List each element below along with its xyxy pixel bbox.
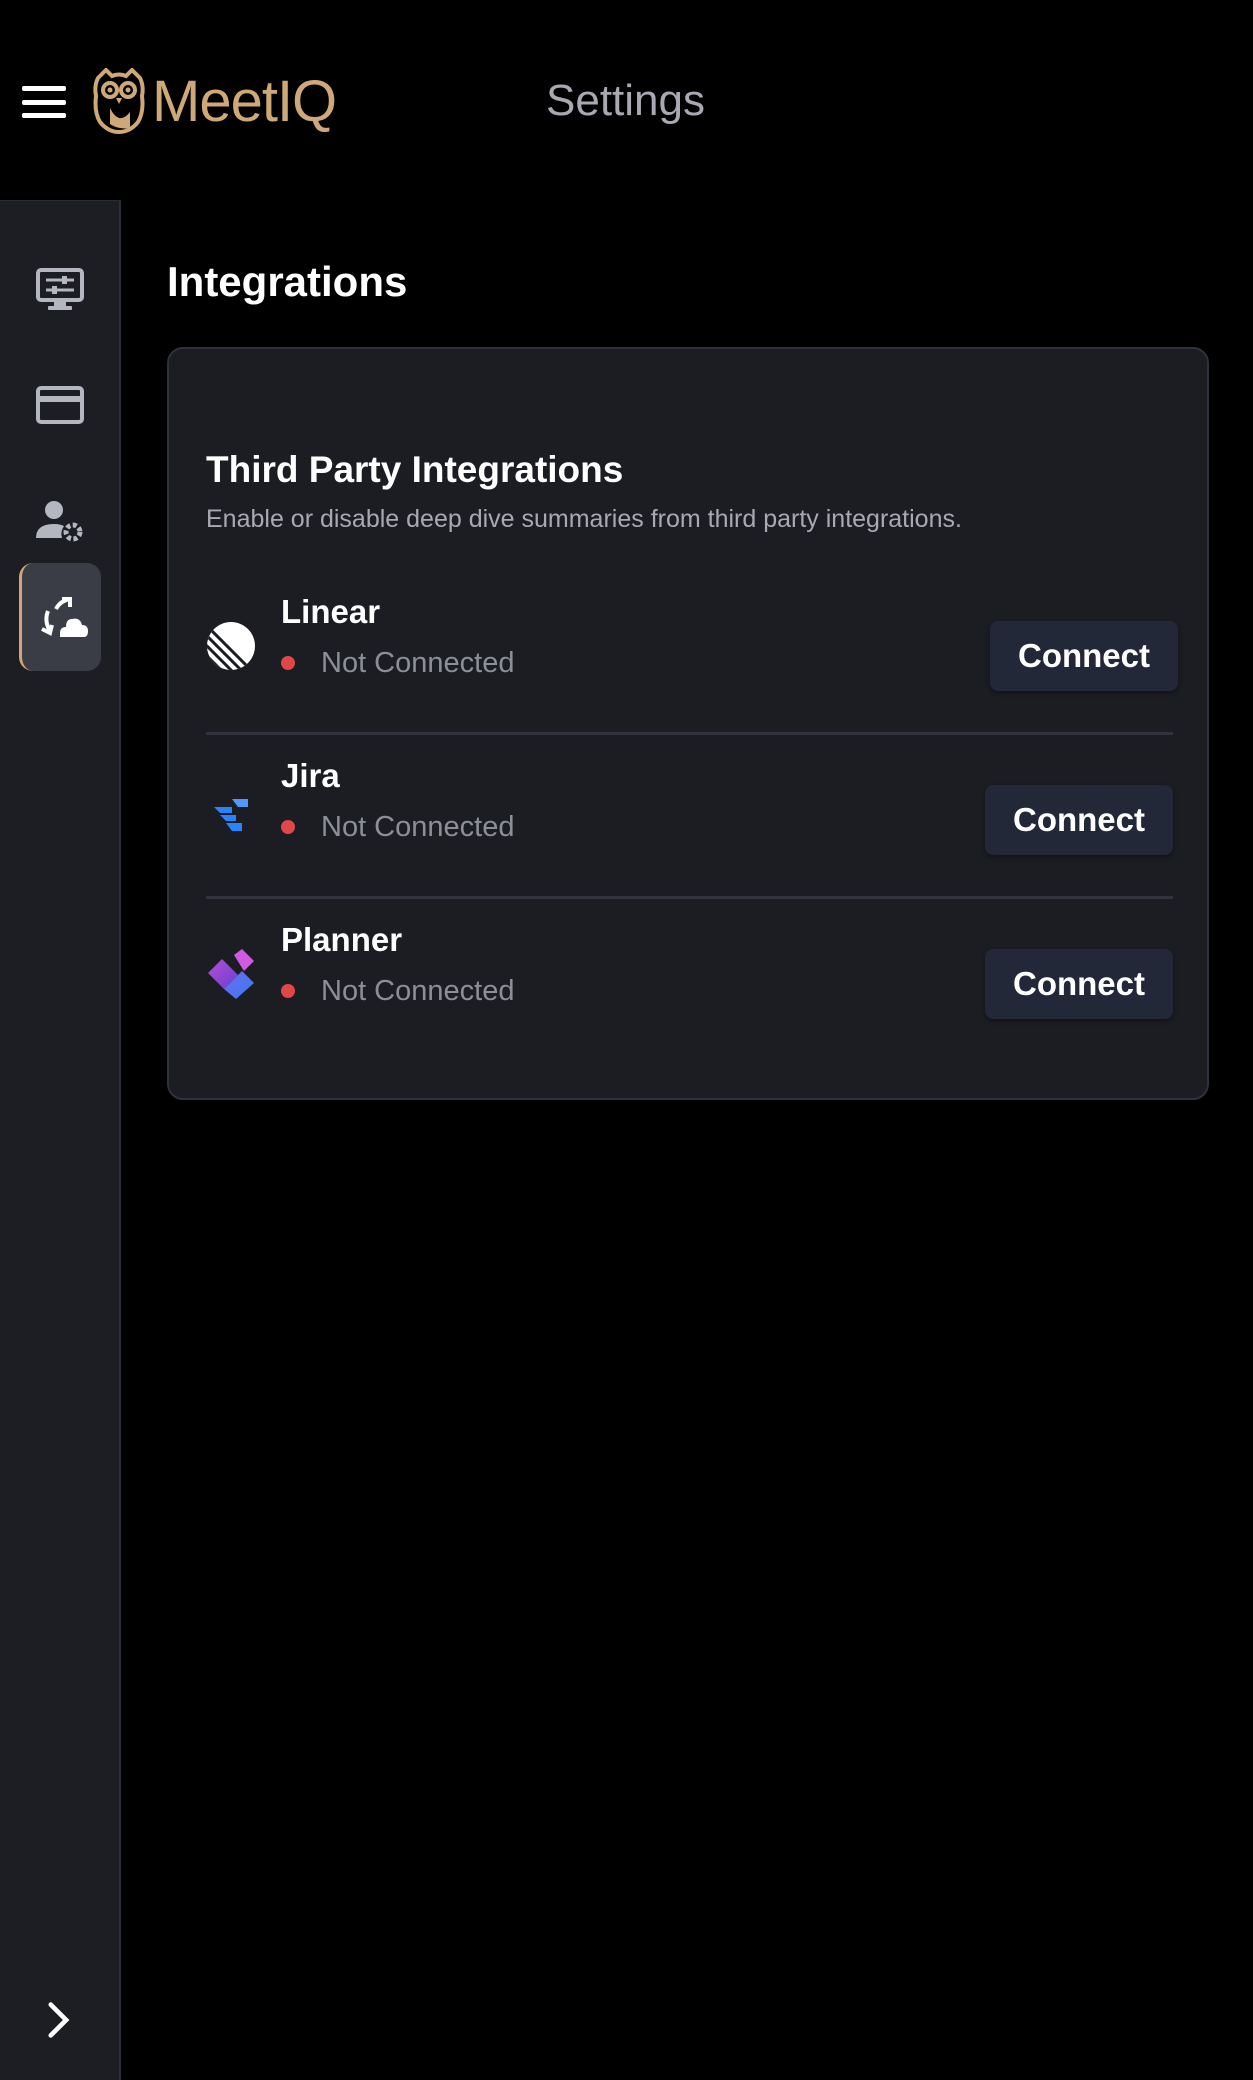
monitor-sliders-icon: [36, 268, 84, 310]
card-title: Third Party Integrations: [206, 449, 624, 490]
sidebar-expand-button[interactable]: [34, 1990, 86, 2050]
sync-cloud-icon: [40, 597, 88, 637]
sidebar-item-account[interactable]: [19, 466, 101, 574]
integrations-card: Third Party Integrations Enable or disab…: [167, 347, 1209, 1100]
credit-card-icon: [36, 386, 84, 424]
card-subtitle: Enable or disable deep dive summaries fr…: [206, 505, 962, 533]
status-dot-icon: [281, 984, 295, 998]
status-text: Not Connected: [321, 646, 515, 679]
user-gear-icon: [36, 501, 83, 542]
status-dot-icon: [281, 820, 295, 834]
status-dot-icon: [281, 656, 295, 670]
connect-planner-button[interactable]: Connect: [985, 949, 1173, 1019]
brand-logo[interactable]: MeetIQ: [90, 66, 337, 136]
owl-logo-icon: [93, 68, 145, 134]
integration-name: Jira: [281, 757, 340, 794]
row-divider: [206, 732, 1173, 735]
integration-status: Not Connected: [281, 971, 514, 1011]
integration-row-planner: Planner Not Connected Connect: [206, 901, 1173, 1063]
linear-logo-icon: [207, 622, 255, 670]
page-title: Settings: [546, 76, 705, 125]
status-text: Not Connected: [321, 810, 515, 843]
integration-row-jira: Jira Not Connected Connect: [206, 737, 1173, 899]
integration-status: Not Connected: [281, 807, 514, 847]
integration-row-linear: Linear Not Connected Connect: [206, 573, 1178, 735]
section-heading: Integrations: [167, 258, 408, 305]
sidebar-item-display-settings[interactable]: [19, 236, 101, 344]
planner-logo-icon: [208, 949, 254, 999]
sidebar-item-billing[interactable]: [19, 351, 101, 459]
status-text: Not Connected: [321, 974, 515, 1007]
top-bar: MeetIQ Settings: [0, 0, 1253, 200]
integration-status: Not Connected: [281, 643, 514, 683]
jira-logo-icon: [214, 799, 248, 831]
brand-name: MeetIQ: [152, 68, 337, 134]
sidebar: [0, 200, 121, 2080]
row-divider: [206, 896, 1173, 899]
integration-name: Linear: [281, 593, 381, 630]
connect-linear-button[interactable]: Connect: [990, 621, 1178, 691]
hamburger-menu-icon[interactable]: [22, 86, 66, 118]
integration-name: Planner: [281, 921, 403, 958]
connect-jira-button[interactable]: Connect: [985, 785, 1173, 855]
sidebar-item-integrations[interactable]: [19, 563, 101, 671]
chevron-right-icon: [48, 2002, 70, 2038]
